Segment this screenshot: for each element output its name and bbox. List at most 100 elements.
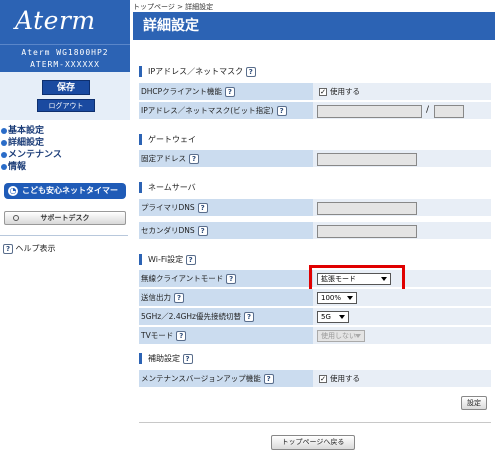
row-label: 固定アドレス? [139,150,313,168]
section-title: ネームサーバ [148,183,196,192]
label-text: IPアドレス／ネットマスク(ビット指定) [141,106,274,115]
sidebar-item-label: 詳細設定 [8,138,45,148]
row-label: IPアドレス／ネットマスク(ビット指定)? [139,102,313,120]
label-text: 送信出力 [141,293,171,302]
label-text: 無線クライアントモード [141,274,224,283]
help-icon[interactable]: ? [224,87,235,97]
row-tx-power: 送信出力? 100% [139,289,491,307]
row-value: 100% [313,289,491,307]
row-band-priority: 5GHz／2.4GHz優先接続切替? 5G [139,308,491,326]
help-icon[interactable]: ? [174,293,184,303]
row-value: 5G [313,308,491,326]
tv-mode-select[interactable]: 使用しない [317,330,365,342]
help-icon[interactable]: ? [243,312,254,322]
page-title: 詳細設定 [133,12,495,40]
logo-area: Aterm [0,0,130,44]
sidebar-item-label: 基本設定 [8,126,45,136]
sidebar-item-basic-settings[interactable]: 基本設定 [0,125,130,137]
sidebar-item-maintenance[interactable]: メンテナンス [0,149,130,161]
checkbox-label: 使用する [330,374,360,383]
row-label: 5GHz／2.4GHz優先接続切替? [139,308,313,326]
row-value: 使用しない [313,327,491,345]
row-label: DHCPクライアント機能? [139,83,313,101]
row-fixed-address: 固定アドレス? [139,150,491,168]
help-icon: ? [3,243,13,254]
help-icon[interactable]: ? [245,66,256,77]
label-text: メンテナンスバージョンアップ機能 [141,374,261,383]
back-to-top-button[interactable]: トップページへ戻る [271,435,355,450]
gateway-input[interactable] [317,153,417,166]
row-label: 送信出力? [139,289,313,307]
help-icon[interactable]: ? [226,274,237,284]
row-value [313,222,491,240]
section-title: ゲートウェイ [148,135,196,144]
logout-button[interactable]: ログアウト [37,99,95,112]
select-value: 5G [321,313,331,321]
help-icon[interactable]: ? [176,331,187,341]
chevron-down-icon [339,315,345,319]
bullet-icon [1,128,7,134]
sidebar-item-label: メンテナンス [8,150,62,160]
circle-icon [13,215,19,221]
row-primary-dns: プライマリDNS? [139,199,491,217]
select-value: 使用しない [321,332,356,340]
highlight-box [309,265,405,292]
tx-power-select[interactable]: 100% [317,292,357,304]
sidebar-item-advanced-settings[interactable]: 詳細設定 [0,137,130,149]
support-desk-label: サポートデスク [40,214,90,222]
row-secondary-dns: セカンダリDNS? [139,222,491,240]
help-icon[interactable]: ? [189,154,199,164]
sidebar: Aterm Aterm WG1800HP2 ATERM-XXXXXX 保存 ログ… [0,0,130,465]
label-text: プライマリDNS [141,203,195,212]
row-label: 無線クライアントモード? [139,270,313,288]
row-dhcp-client: DHCPクライアント機能? ✓ 使用する [139,83,491,101]
row-value: / [313,102,491,120]
section-header-wifi: Wi-Fi設定 ? [139,254,196,265]
sidebar-item-info[interactable]: 情報 [0,161,130,173]
secondary-dns-input[interactable] [317,225,417,238]
row-value [313,150,491,168]
maintenance-update-checkbox[interactable]: ✓ [319,375,327,383]
help-icon[interactable]: ? [276,106,287,116]
aterm-logo: Aterm [15,6,96,35]
clock-icon: ◔ [8,186,18,196]
help-icon[interactable]: ? [263,374,274,384]
row-label: プライマリDNS? [139,199,313,217]
row-value [313,199,491,217]
row-label: TVモード? [139,327,313,345]
section-header-gateway: ゲートウェイ [139,134,196,145]
row-label: メンテナンスバージョンアップ機能? [139,370,313,388]
bullet-icon [1,164,7,170]
dhcp-client-checkbox[interactable]: ✓ [319,88,327,96]
row-maintenance-update: メンテナンスバージョンアップ機能? ✓ 使用する [139,370,491,388]
help-icon[interactable]: ? [197,226,208,236]
set-button[interactable]: 設定 [461,396,487,410]
label-text: TVモード [141,331,174,340]
netmask-input[interactable] [434,105,464,118]
chevron-down-icon [347,296,353,300]
help-icon[interactable]: ? [197,203,208,213]
model-name: Aterm WG1800HP2 [21,48,109,57]
divider [139,422,491,423]
row-label: セカンダリDNS? [139,222,313,240]
band-priority-select[interactable]: 5G [317,311,349,323]
ip-address-input[interactable] [317,105,422,118]
save-button[interactable]: 保存 [42,80,90,95]
row-ip-netmask: IPアドレス／ネットマスク(ビット指定)? / [139,102,491,120]
help-icon[interactable]: ? [182,353,193,364]
primary-dns-input[interactable] [317,202,417,215]
row-tv-mode: TVモード? 使用しない [139,327,491,345]
breadcrumb: トップページ > 詳細設定 [133,3,214,11]
section-header-aux: 補助設定 ? [139,353,193,364]
sidebar-nav: 基本設定 詳細設定 メンテナンス 情報 [0,125,130,173]
help-icon[interactable]: ? [185,254,196,265]
slash-separator: / [426,105,430,115]
kodomo-net-timer-button[interactable]: ◔ こども安心ネットタイマー [4,183,126,199]
sidebar-item-label: 情報 [8,162,27,172]
kodomo-net-timer-label: こども安心ネットタイマー [22,186,118,195]
help-link[interactable]: ? ヘルプ表示 [3,243,56,254]
label-text: 固定アドレス [141,154,186,163]
select-value: 100% [321,294,342,302]
support-desk-button[interactable]: サポートデスク [4,211,126,225]
label-text: セカンダリDNS [141,226,195,235]
